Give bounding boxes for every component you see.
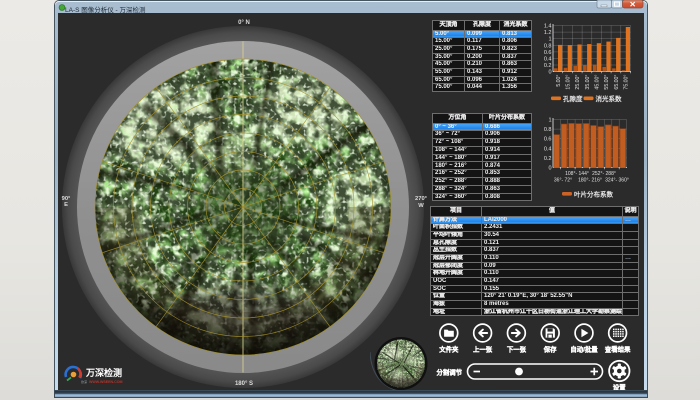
svg-text:上一张: 上一张 [473, 345, 493, 354]
svg-text:0.4: 0.4 [544, 56, 552, 62]
svg-text:孔隙度: 孔隙度 [563, 94, 583, 103]
svg-text:叶片分布系数: 叶片分布系数 [574, 190, 614, 199]
svg-text:1: 1 [548, 118, 551, 124]
svg-text:分割调节: 分割调节 [437, 368, 463, 377]
svg-text:欣深: 欣深 [81, 379, 87, 384]
svg-text:252°- 288°: 252°- 288° [592, 171, 616, 177]
svg-text:下一张: 下一张 [507, 345, 527, 354]
svg-text:0.4: 0.4 [544, 146, 552, 152]
svg-text:查看结果: 查看结果 [605, 345, 631, 354]
svg-text:0.6: 0.6 [544, 137, 552, 143]
svg-text:万深检测: 万深检测 [85, 367, 122, 378]
svg-text:保存: 保存 [543, 345, 557, 354]
svg-text:1: 1 [548, 37, 551, 43]
svg-text:36°- 72°: 36°- 72° [554, 178, 572, 184]
svg-text:WWW.WSEEN.COM: WWW.WSEEN.COM [89, 380, 123, 384]
svg-text:0: 0 [548, 70, 551, 76]
svg-text:0.8: 0.8 [544, 43, 552, 49]
svg-text:324°- 360°: 324°- 360° [605, 178, 629, 184]
svg-text:自动/批量: 自动/批量 [570, 345, 598, 354]
svg-text:55.00°: 55.00° [604, 75, 610, 90]
svg-text:0.8: 0.8 [544, 127, 552, 133]
svg-text:25.00°: 25.00° [575, 75, 581, 90]
svg-text:180°- 216°: 180°- 216° [578, 178, 602, 184]
svg-text:108°- 144°: 108°- 144° [565, 171, 589, 177]
svg-text:5.00°: 5.00° [556, 75, 562, 87]
svg-text:文件夹: 文件夹 [439, 345, 459, 354]
svg-text:65.00°: 65.00° [614, 75, 620, 90]
svg-text:45.00°: 45.00° [595, 75, 601, 90]
svg-text:0: 0 [548, 166, 551, 172]
svg-text:35.00°: 35.00° [585, 75, 591, 90]
svg-text:消光系数: 消光系数 [596, 94, 623, 103]
svg-text:1.2: 1.2 [544, 30, 552, 36]
svg-text:75.00°: 75.00° [624, 75, 630, 90]
svg-text:1.4: 1.4 [544, 24, 552, 30]
svg-text:0.2: 0.2 [544, 156, 552, 162]
svg-text:0.6: 0.6 [544, 50, 552, 56]
svg-text:0.2: 0.2 [544, 63, 552, 69]
svg-text:15.00°: 15.00° [566, 75, 572, 90]
